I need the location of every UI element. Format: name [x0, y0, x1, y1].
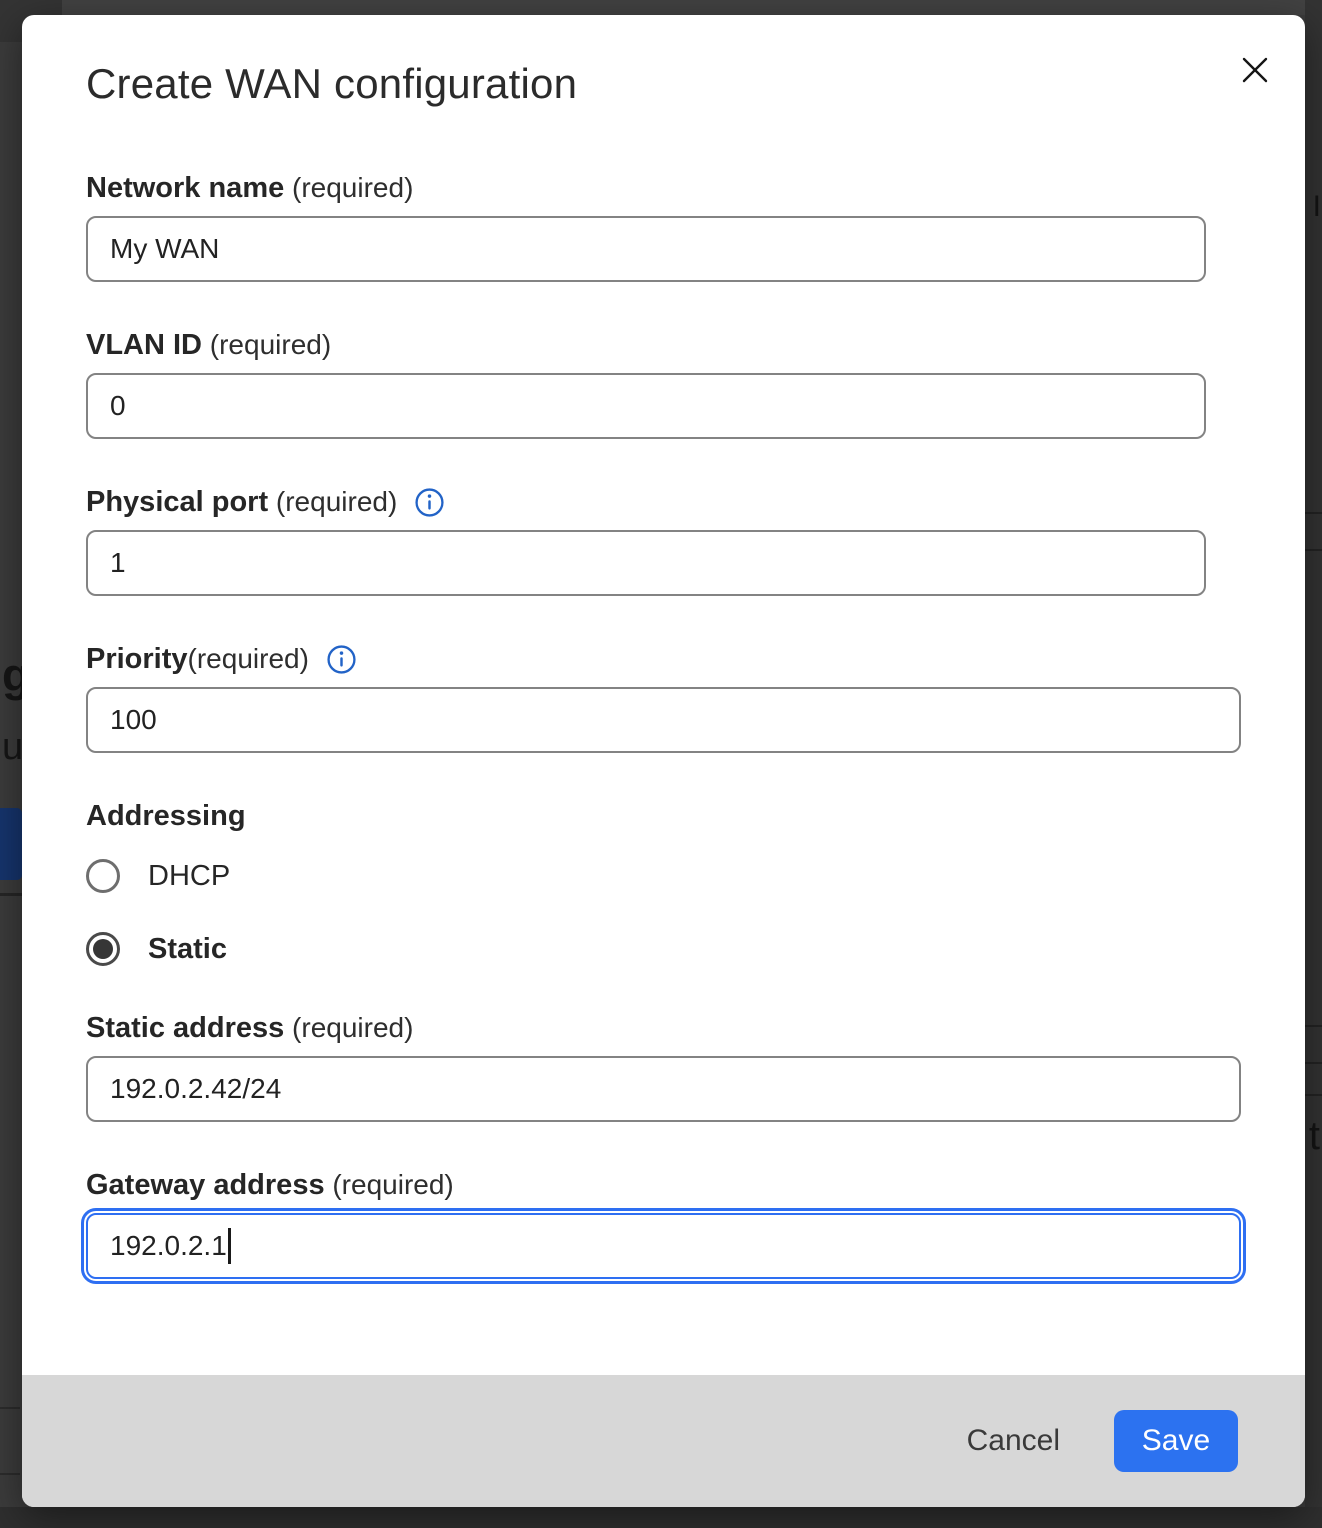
required-hint: (required): [268, 486, 397, 518]
priority-value: 100: [110, 704, 157, 736]
radio-dhcp-label: DHCP: [148, 860, 230, 893]
radio-unselected-icon[interactable]: [86, 859, 120, 893]
backdrop-partial-button: [0, 808, 22, 880]
backdrop-top-strip: [0, 0, 1322, 15]
backdrop-bottom-strip: [0, 1507, 1322, 1528]
network-name-input[interactable]: My WAN: [86, 216, 1206, 282]
network-name-value: My WAN: [110, 233, 219, 265]
required-hint: (required): [325, 1169, 454, 1201]
dialog-title: Create WAN configuration: [86, 58, 1241, 110]
gateway-address-input[interactable]: 192.0.2.1: [86, 1213, 1241, 1279]
info-icon[interactable]: [414, 487, 445, 518]
backdrop-right-band: [1305, 0, 1322, 1528]
gateway-address-value: 192.0.2.1: [110, 1230, 227, 1262]
create-wan-dialog: Create WAN configuration Network name (r…: [22, 15, 1305, 1507]
network-name-label: Network name (required): [86, 170, 1241, 206]
text-caret: [228, 1228, 231, 1264]
vlan-id-label: VLAN ID (required): [86, 327, 1241, 363]
static-address-value: 192.0.2.42/24: [110, 1073, 281, 1105]
backdrop-text-fragment: u: [2, 726, 23, 769]
addressing-heading: Addressing: [86, 798, 1241, 834]
physical-port-label: Physical port (required): [86, 484, 1241, 520]
backdrop-divider: [1305, 1062, 1322, 1064]
physical-port-value: 1: [110, 547, 126, 579]
info-icon[interactable]: [326, 644, 357, 675]
backdrop-text-fragment: t: [1309, 1114, 1320, 1159]
radio-static-label: Static: [148, 933, 227, 966]
gateway-address-label: Gateway address (required): [86, 1167, 1241, 1203]
field-physical-port: Physical port (required) 1: [86, 484, 1241, 596]
field-priority: Priority(required) 100: [86, 641, 1241, 753]
cancel-button[interactable]: Cancel: [961, 1414, 1066, 1468]
backdrop-divider: [1305, 1094, 1322, 1096]
addressing-section: Addressing DHCP Static: [86, 798, 1241, 969]
radio-selected-icon[interactable]: [86, 932, 120, 966]
backdrop-divider: [0, 893, 22, 896]
backdrop-divider: [1305, 512, 1322, 514]
priority-label: Priority(required): [86, 641, 1241, 677]
radio-option-dhcp[interactable]: DHCP: [86, 856, 1241, 896]
backdrop-divider: [1305, 1025, 1322, 1027]
required-hint: (required): [284, 172, 413, 204]
required-hint: (required): [284, 1012, 413, 1044]
backdrop-divider: [1305, 549, 1322, 551]
required-hint: (required): [188, 643, 309, 675]
field-static-address: Static address (required) 192.0.2.42/24: [86, 1010, 1241, 1122]
close-icon[interactable]: [1233, 48, 1277, 92]
vlan-id-value: 0: [110, 390, 126, 422]
physical-port-input[interactable]: 1: [86, 530, 1206, 596]
radio-option-static[interactable]: Static: [86, 929, 1241, 969]
static-address-label: Static address (required): [86, 1010, 1241, 1046]
backdrop-divider: [0, 1473, 20, 1475]
field-vlan-id: VLAN ID (required) 0: [86, 327, 1241, 439]
priority-input[interactable]: 100: [86, 687, 1241, 753]
required-hint: (required): [202, 329, 331, 361]
dialog-body: Create WAN configuration Network name (r…: [22, 15, 1305, 1375]
field-gateway-address: Gateway address (required) 192.0.2.1: [86, 1167, 1241, 1279]
backdrop-divider: [0, 1407, 20, 1409]
dialog-footer: Cancel Save: [22, 1375, 1305, 1507]
static-address-input[interactable]: 192.0.2.42/24: [86, 1056, 1241, 1122]
vlan-id-input[interactable]: 0: [86, 373, 1206, 439]
save-button[interactable]: Save: [1114, 1410, 1238, 1472]
field-network-name: Network name (required) My WAN: [86, 170, 1241, 282]
